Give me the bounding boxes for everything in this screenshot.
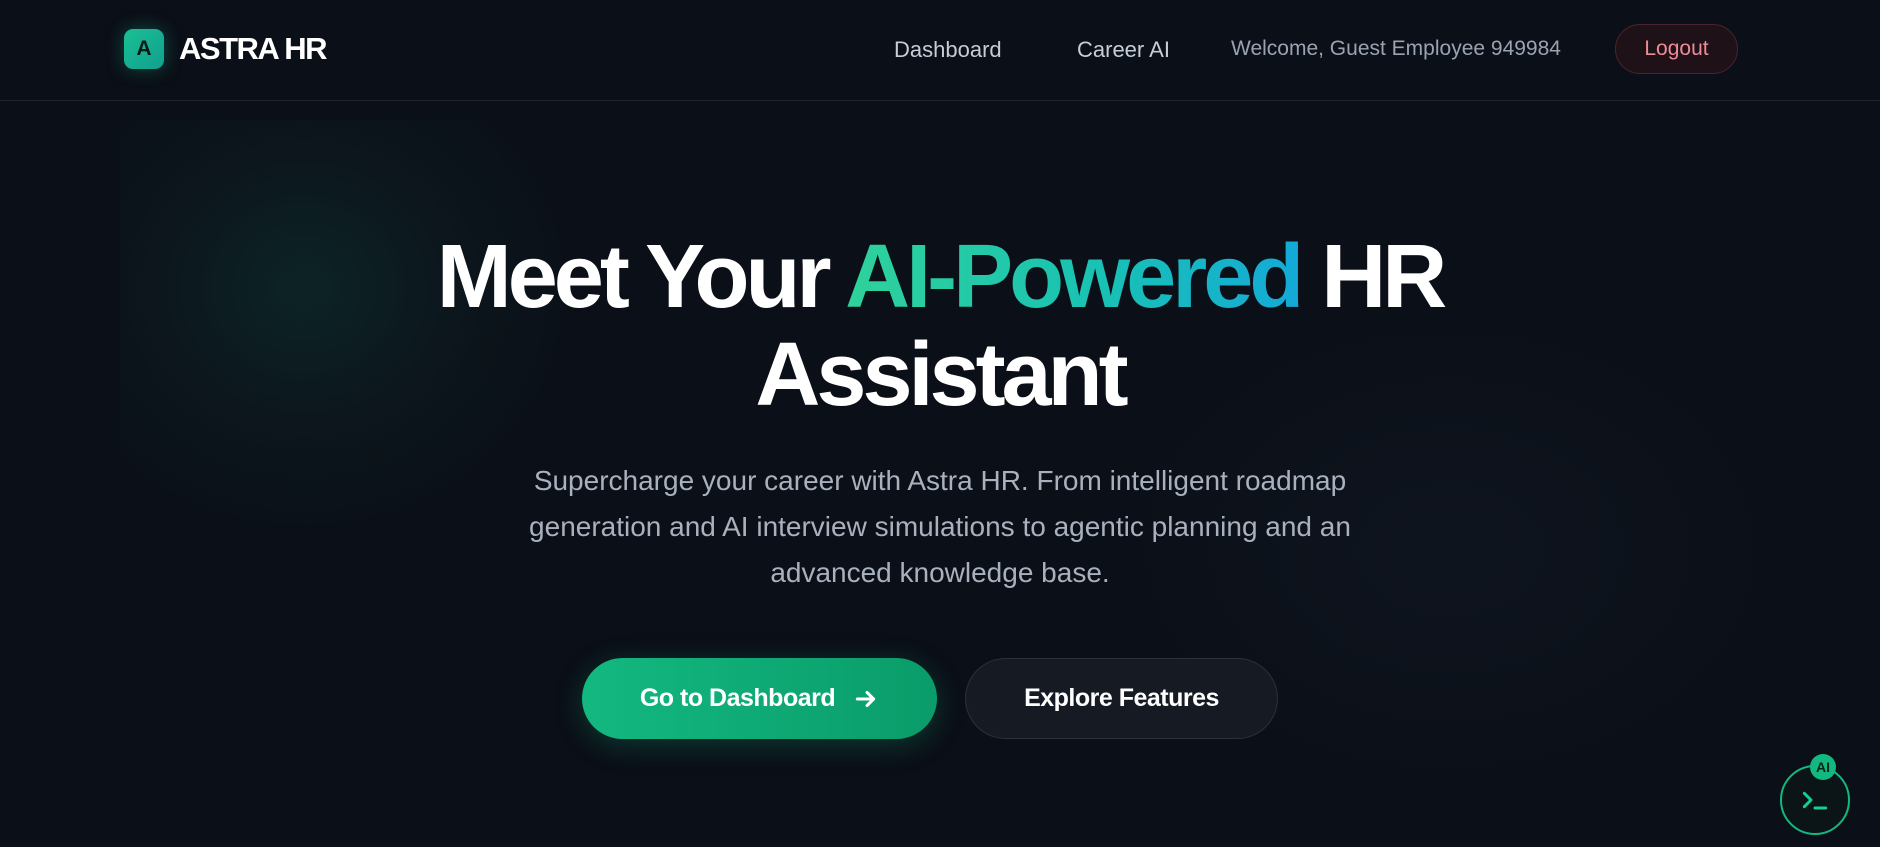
nav-dashboard-link[interactable]: Dashboard — [894, 37, 1002, 63]
go-to-dashboard-label: Go to Dashboard — [639, 684, 836, 712]
go-to-dashboard-button[interactable]: Go to Dashboard — [582, 658, 937, 739]
ai-badge: AI — [1810, 754, 1836, 780]
hero-title-part1: Meet Your — [436, 227, 846, 327]
hero-title-highlight: AI-Powered — [845, 227, 1304, 327]
logo-text[interactable]: ASTRA HR — [179, 31, 328, 67]
logout-button[interactable]: Logout — [1615, 24, 1738, 74]
hero-subtitle: Supercharge your career with Astra HR. F… — [529, 465, 1351, 588]
logo-icon[interactable]: A — [124, 29, 164, 69]
hero-title-part2: HR — [1300, 227, 1447, 327]
arrow-right-icon — [855, 690, 876, 707]
terminal-icon — [1802, 791, 1828, 810]
hero-title-line2: Assistant — [755, 325, 1128, 425]
hero-title: Meet Your AI-Powered HR Assistant — [0, 228, 1880, 424]
explore-features-button[interactable]: Explore Features — [965, 658, 1278, 739]
nav-career-ai-link[interactable]: Career AI — [1077, 37, 1170, 63]
welcome-text: Welcome, Guest Employee 949984 — [1231, 37, 1561, 60]
top-navbar: A ASTRA HR Dashboard Career AI Welcome, … — [0, 0, 1880, 101]
